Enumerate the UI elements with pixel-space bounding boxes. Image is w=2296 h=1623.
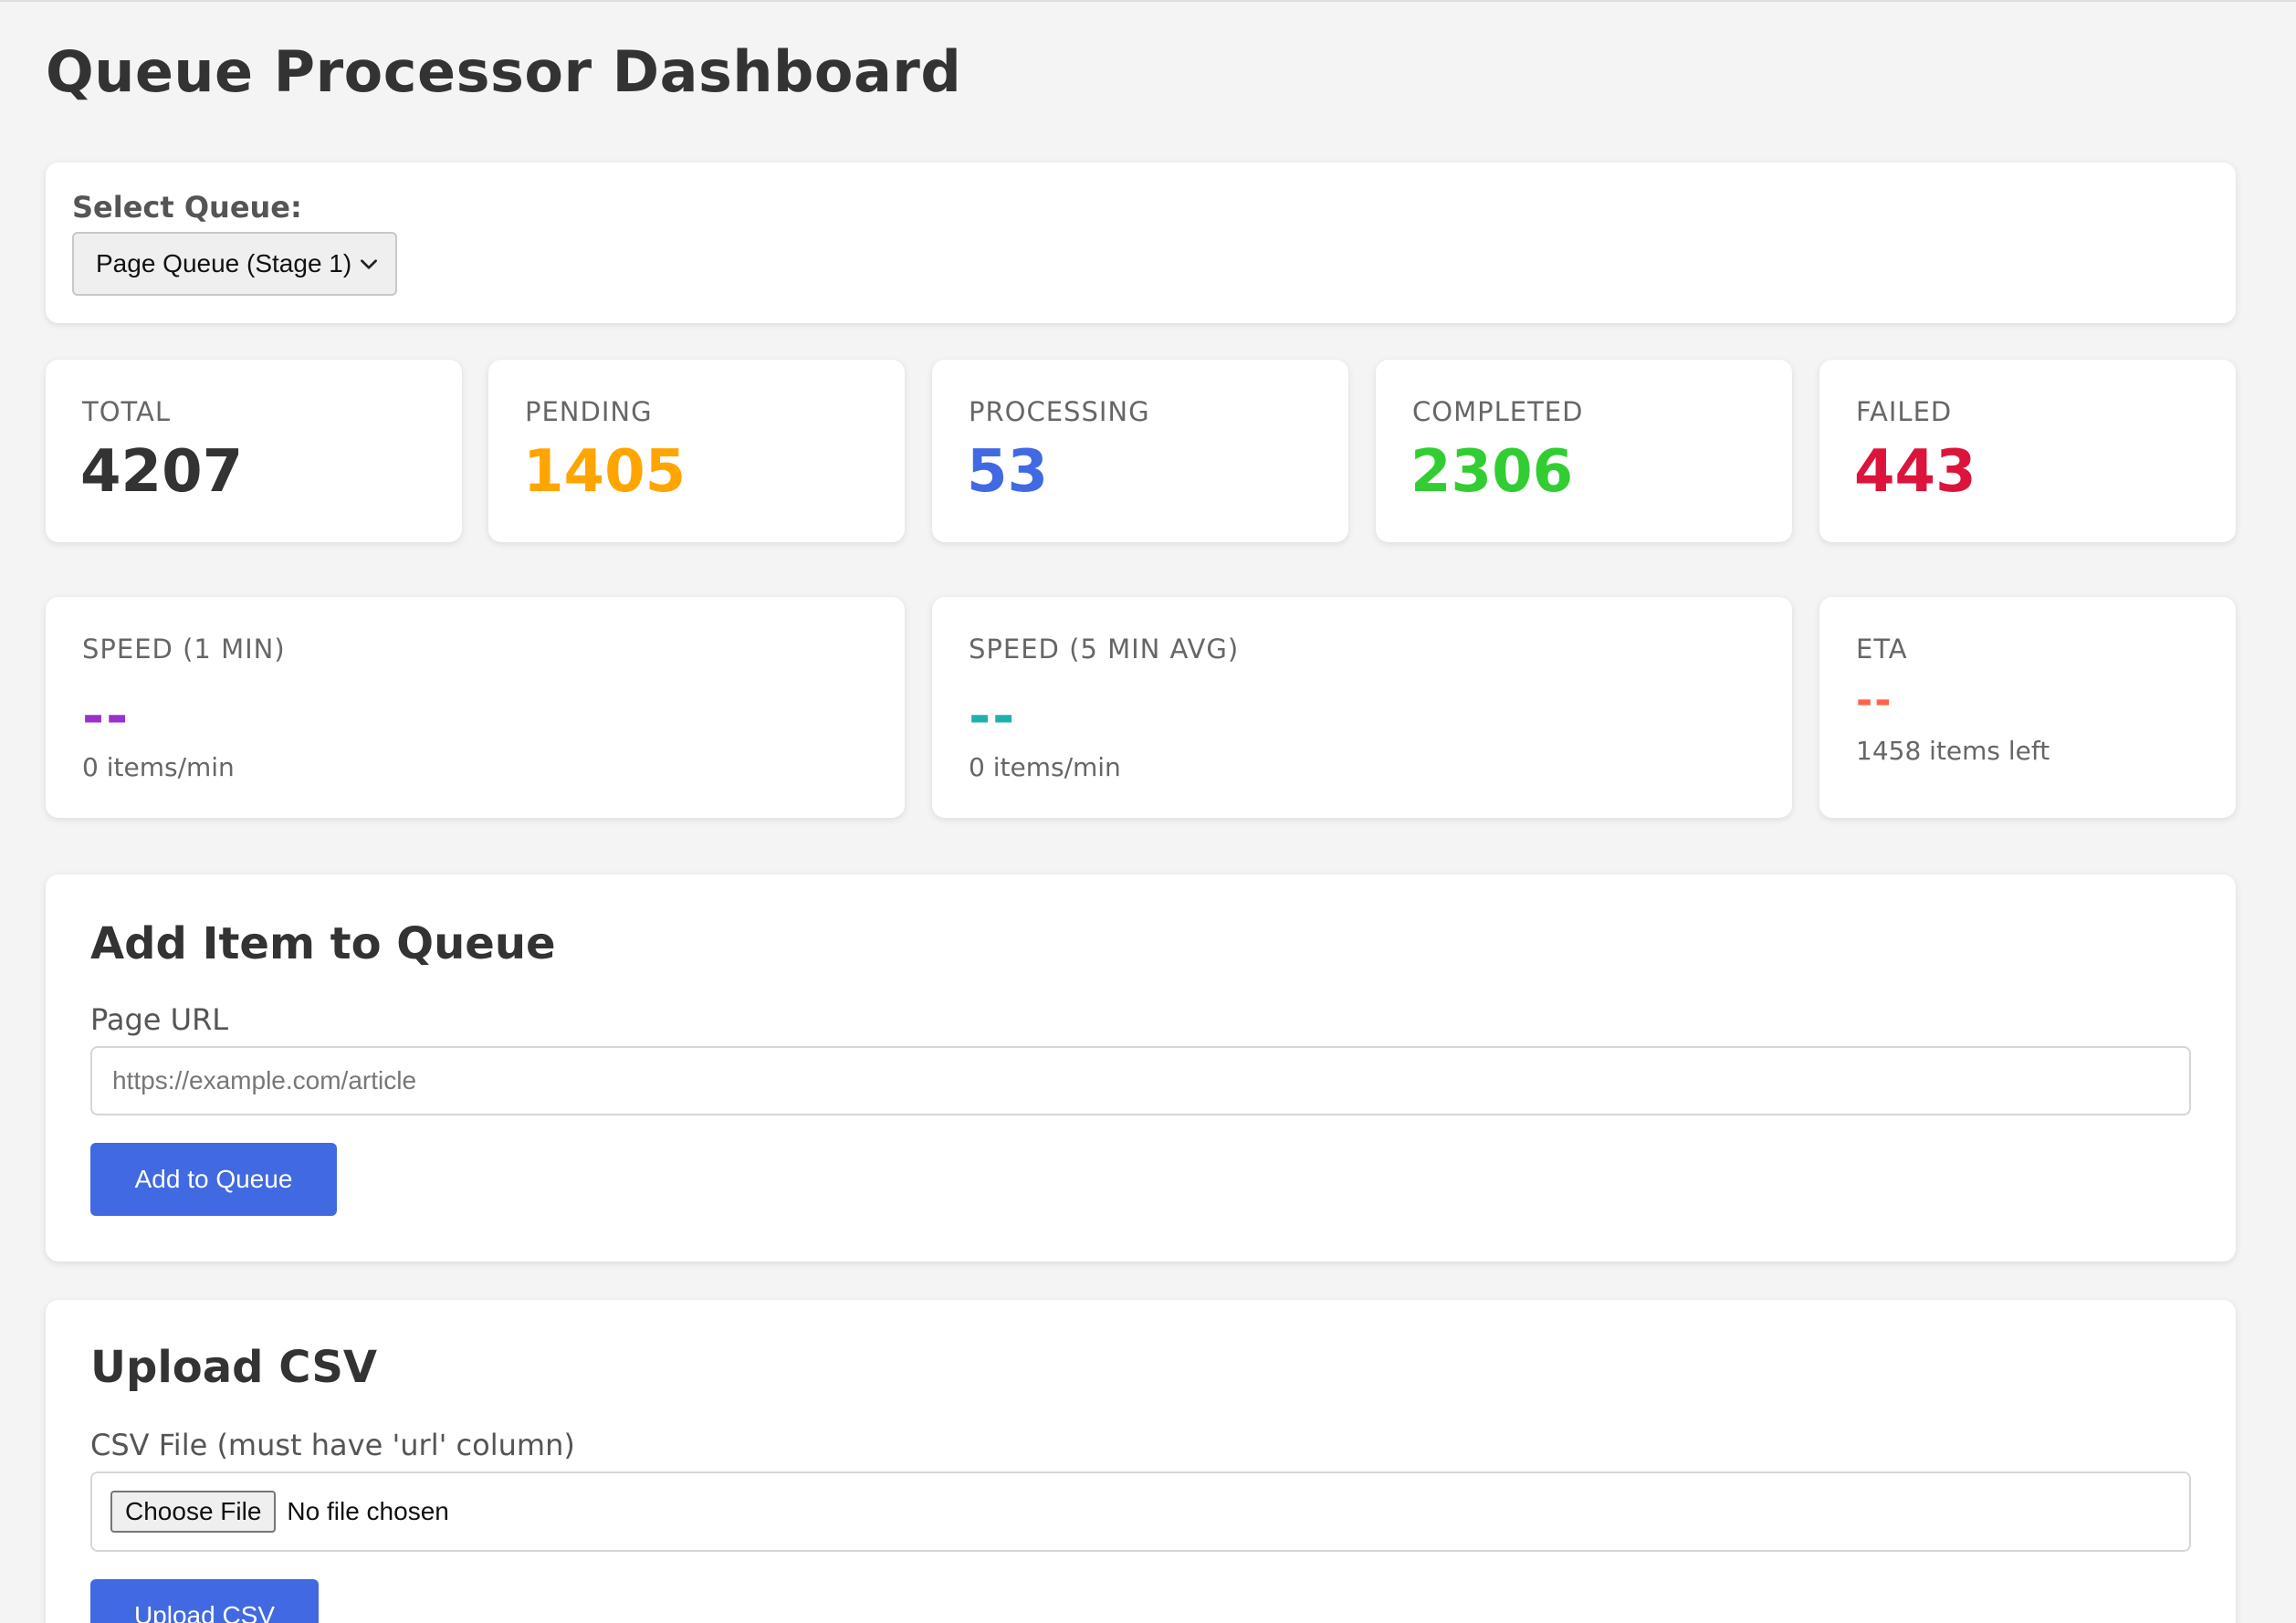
csv-file-input[interactable]: Choose File No file chosen <box>90 1471 2191 1552</box>
csv-file-label: CSV File (must have 'url' column) <box>90 1428 575 1462</box>
speed-label: SPEED (1 MIN) <box>82 633 286 665</box>
choose-file-button[interactable]: Choose File <box>110 1491 277 1533</box>
speed-rate: 0 items/min <box>969 752 1121 782</box>
stat-card-failed: FAILED 443 <box>1819 360 2236 542</box>
stat-value: 1405 <box>523 438 687 506</box>
dashboard-page: Queue Processor Dashboard Select Queue: … <box>0 0 2296 1623</box>
speed-label: SPEED (5 MIN AVG) <box>969 633 1240 665</box>
upload-csv-heading: Upload CSV <box>90 1342 378 1393</box>
upload-csv-panel: Upload CSV CSV File (must have 'url' col… <box>46 1300 2236 1623</box>
queue-select[interactable]: Page Queue (Stage 1) <box>72 232 397 296</box>
stat-value: 4207 <box>80 438 244 506</box>
stat-label: PROCESSING <box>969 396 1150 427</box>
add-to-queue-button[interactable]: Add to Queue <box>90 1143 337 1216</box>
stat-card-completed: COMPLETED 2306 <box>1376 360 1792 542</box>
eta-label: ETA <box>1856 633 1908 665</box>
stat-card-processing: PROCESSING 53 <box>932 360 1348 542</box>
chevron-down-icon <box>361 259 377 269</box>
stat-label: FAILED <box>1856 396 1953 427</box>
page-url-placeholder: https://example.com/article <box>112 1066 417 1094</box>
add-item-heading: Add Item to Queue <box>90 918 556 969</box>
speed-card-5min: SPEED (5 MIN AVG) -- 0 items/min <box>932 597 1792 818</box>
items-left: 1458 items left <box>1856 736 2050 766</box>
page-url-input[interactable]: https://example.com/article <box>90 1046 2191 1115</box>
stat-label: COMPLETED <box>1412 396 1584 427</box>
eta-card: ETA -- 1458 items left <box>1819 597 2236 818</box>
stat-card-pending: PENDING 1405 <box>488 360 905 542</box>
upload-csv-button[interactable]: Upload CSV <box>90 1579 319 1623</box>
queue-select-value: Page Queue (Stage 1) <box>96 249 352 277</box>
stat-value: 53 <box>967 438 1049 506</box>
stat-value: 443 <box>1854 438 1976 506</box>
eta-value: -- <box>1856 677 1893 724</box>
stat-value: 2306 <box>1410 438 1574 506</box>
stat-card-total: TOTAL 4207 <box>46 360 462 542</box>
speed-rate: 0 items/min <box>82 752 235 782</box>
add-item-panel: Add Item to Queue Page URL https://examp… <box>46 874 2236 1262</box>
page-url-label: Page URL <box>90 1002 229 1037</box>
stat-label: PENDING <box>525 396 653 427</box>
page-title: Queue Processor Dashboard <box>46 38 962 105</box>
queue-selector-label: Select Queue: <box>72 190 302 225</box>
queue-selector-panel: Select Queue: Page Queue (Stage 1) <box>46 162 2236 323</box>
no-file-chosen-text: No file chosen <box>287 1497 449 1525</box>
stat-label: TOTAL <box>82 396 171 427</box>
speed-value: -- <box>969 685 1017 747</box>
speed-value: -- <box>82 685 131 747</box>
speed-card-1min: SPEED (1 MIN) -- 0 items/min <box>46 597 905 818</box>
